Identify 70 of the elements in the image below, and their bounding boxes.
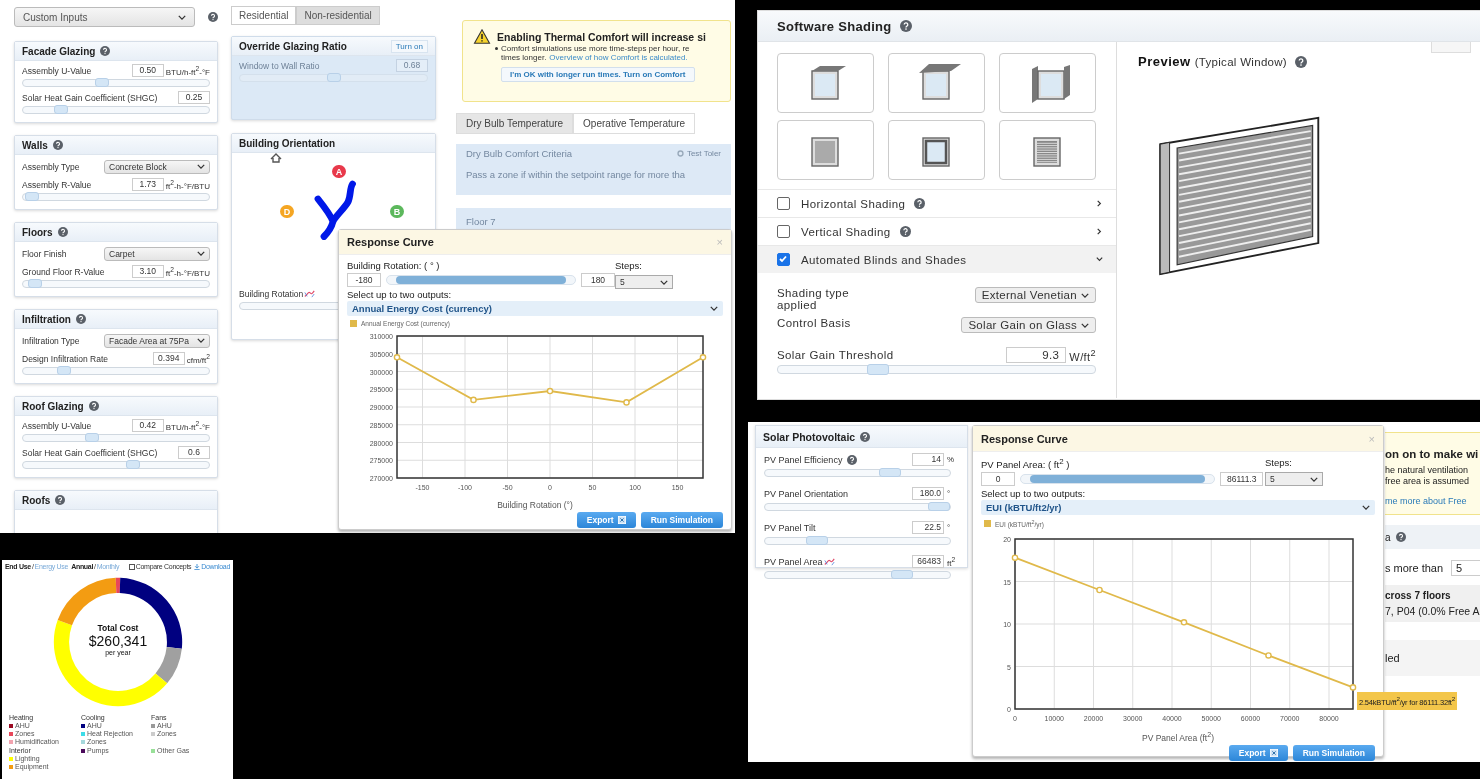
dialog-title: Response Curve <box>981 432 1068 445</box>
floor-title: Floor 7 <box>466 216 496 227</box>
unit-label: BTU/h-ft$^{2}$-°F <box>165 64 210 77</box>
field-label: Assembly Type <box>22 161 81 172</box>
field-label: Window to Wall Ratio <box>239 60 321 71</box>
axis-title: PV Panel Area (ft$^{2}$) <box>1142 733 1214 744</box>
alert-message: times longer. <box>501 53 547 62</box>
field-label: s more than <box>1385 562 1444 574</box>
unit-label: cfm/ft$^{2}$ <box>186 352 210 365</box>
field-label: Assembly R-Value <box>22 179 93 190</box>
card-title: Facade Glazing <box>22 45 96 57</box>
preview-title: Preview <box>1138 54 1191 69</box>
option-label: Automated Blinds and Shades <box>801 253 967 266</box>
field-label: Floor Finish <box>22 248 68 259</box>
alert-message: free area is assumed <box>1385 476 1471 487</box>
alert-title: Enabling Thermal Comfort will increase si <box>497 30 706 43</box>
field-label: Assembly U-Value <box>22 420 93 431</box>
panel-title: Software Shading <box>777 18 892 34</box>
summary-text: 7, P04 (0.0% Free A <box>1385 605 1480 617</box>
field-label: Assembly U-Value <box>22 65 93 76</box>
outputs-label: Select up to two outputs: <box>981 488 1087 500</box>
field-label: PV Panel Efficiency <box>764 454 843 465</box>
field-label: PV Panel Tilt <box>764 522 816 533</box>
status-text: led <box>1385 652 1400 664</box>
field-label: PV Panel Area <box>764 556 823 567</box>
card-title: Walls <box>22 139 48 151</box>
option-label: Horizontal Shading <box>801 197 906 210</box>
dialog-title: Response Curve <box>347 236 434 248</box>
unit-label: % <box>947 455 956 464</box>
unit-label: ft$^{2}$-h-°F/BTU <box>165 178 210 191</box>
parameter-label: PV Panel Area: ( ft$^{2}$ ) <box>981 457 1071 471</box>
card-title: Solar Photovoltaic <box>763 430 856 443</box>
card-title: Roof Glazing <box>22 400 84 412</box>
total-label: Total Cost <box>96 623 140 633</box>
criteria-text: Pass a zone if within the setpoint range for more tha <box>466 169 687 180</box>
field-label: Design Infiltration Rate <box>22 353 109 364</box>
parameter-label: Building Rotation: ( ° ) <box>347 260 441 271</box>
alert-title: on on to make wi <box>1385 448 1480 460</box>
outputs-label: Select up to two outputs: <box>347 289 453 300</box>
steps-label: Steps: <box>615 260 643 271</box>
field-label: PV Panel Orientation <box>764 488 849 499</box>
axis-title: Building Rotation (°) <box>497 500 573 510</box>
section-title: a <box>1385 531 1391 543</box>
unit-label: ° <box>947 523 952 532</box>
total-value: $260,341 <box>87 633 149 649</box>
card-title: Roofs <box>22 494 51 506</box>
field-label: Solar Heat Gain Coefficient (SHGC) <box>22 92 159 103</box>
field-label: Solar Gain Threshold <box>777 349 894 361</box>
field-label: Control Basis <box>777 317 852 329</box>
criteria-title: Dry Bulb Comfort Criteria <box>466 148 573 159</box>
summary-title: cross 7 floors <box>1385 590 1452 601</box>
unit-label: ft$^{2}$-h-°F/BTU <box>165 265 210 278</box>
field-label: Ground Floor R-Value <box>22 266 106 277</box>
card-title: Override Glazing Ratio <box>239 40 347 52</box>
card-title: Floors <box>22 226 53 238</box>
card-title: Infiltration <box>22 313 71 325</box>
field-label: Building Rotation <box>239 289 304 299</box>
unit-label: W/ft$^{2}$ <box>1069 347 1096 363</box>
field-label: Infiltration Type <box>22 335 81 346</box>
unit-label: ° <box>947 489 952 498</box>
steps-label: Steps: <box>1265 457 1293 468</box>
alert-message: he natural ventilation <box>1385 465 1470 476</box>
field-label: Shading type applied <box>777 287 850 311</box>
card-title: Building Orientation <box>239 137 336 149</box>
preview-subtitle: (Typical Window) <box>1194 55 1287 68</box>
alert-message: Comfort simulations use more time-steps per hour, re <box>501 44 690 53</box>
unit-label: ft$^{2}$ <box>947 555 957 568</box>
unit-label: BTU/h-ft$^{2}$-°F <box>165 419 210 432</box>
field-label: Solar Heat Gain Coefficient (SHGC) <box>22 447 159 458</box>
option-label: Vertical Shading <box>801 225 891 238</box>
